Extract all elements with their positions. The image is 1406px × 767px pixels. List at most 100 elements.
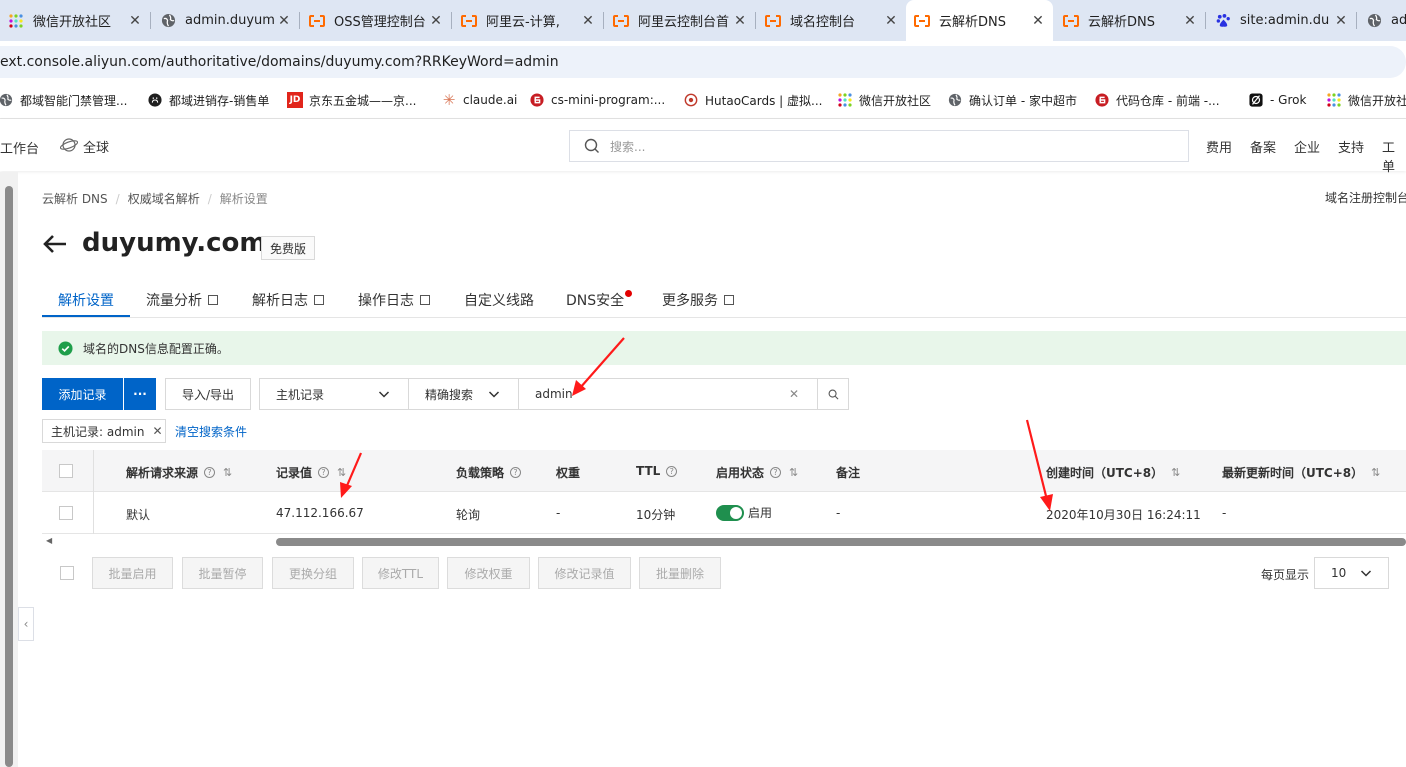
modify-weight-button[interactable]: 修改权重 (447, 557, 530, 589)
browser-tab-active[interactable]: 云解析DNS ✕ (906, 0, 1053, 41)
cell-record-value[interactable]: 47.112.166.67 (276, 506, 364, 520)
more-actions-button[interactable]: ··· (124, 378, 156, 410)
browser-tab[interactable]: ad (1358, 0, 1406, 41)
sort-icon[interactable]: ⇅ (1371, 466, 1380, 479)
close-icon[interactable]: ✕ (1183, 13, 1197, 29)
search-submit-button[interactable] (817, 378, 849, 410)
batch-enable-button[interactable]: 批量启用 (92, 557, 173, 589)
close-icon[interactable]: ✕ (128, 13, 142, 29)
add-record-button[interactable]: 添加记录 (42, 378, 123, 410)
tab-resolution-settings[interactable]: 解析设置 (58, 290, 114, 310)
target-icon (683, 92, 699, 108)
scrollbar-thumb[interactable] (276, 538, 1406, 546)
sort-icon[interactable]: ⇅ (1171, 466, 1180, 479)
bookmark-item[interactable]: ✳ claude.ai (441, 81, 518, 119)
search-mode-select[interactable]: 精确搜索 (408, 378, 519, 410)
modify-record-value-button[interactable]: 修改记录值 (538, 557, 631, 589)
horizontal-scrollbar[interactable]: ◀ (42, 536, 1406, 548)
bookmark-item[interactable]: - Grok (1248, 81, 1306, 119)
column-header-policy: 负载策略? (456, 464, 522, 481)
external-link-icon (314, 295, 324, 305)
breadcrumb-item[interactable]: 权威域名解析 (128, 192, 200, 206)
sidebar-collapse-button[interactable]: ‹ (18, 607, 34, 641)
help-icon[interactable]: ? (770, 467, 782, 478)
close-icon[interactable]: ✕ (1334, 13, 1348, 29)
tab-more-services[interactable]: 更多服务 (662, 290, 734, 310)
bookmark-item[interactable]: 都域进销存-销售单 (147, 81, 269, 119)
nav-link-enterprise[interactable]: 企业 (1294, 137, 1320, 156)
bookmark-item[interactable]: 微信开放社区 (837, 81, 931, 119)
nav-link-filing[interactable]: 备案 (1250, 137, 1276, 156)
sort-icon[interactable]: ⇅ (223, 466, 232, 479)
tab-traffic-analysis[interactable]: 流量分析 (146, 290, 218, 310)
back-arrow-icon[interactable] (42, 233, 68, 258)
bookmark-item[interactable]: HutaoCards | 虚拟... (683, 81, 822, 119)
modify-ttl-button[interactable]: 修改TTL (362, 557, 439, 589)
browser-tab[interactable]: 阿里云控制台首 ✕ (605, 0, 755, 41)
row-checkbox[interactable] (59, 506, 73, 520)
vertical-scrollbar[interactable] (0, 172, 18, 767)
browser-tab[interactable]: 阿里云-计算, ✕ (453, 0, 603, 41)
bookmark-item[interactable]: 都域智能门禁管理... (0, 81, 127, 119)
bookmark-item[interactable]: 确认订单 - 家中超市 (947, 81, 1077, 119)
breadcrumb-item[interactable]: 云解析 DNS (42, 192, 108, 206)
address-bar[interactable]: ext.console.aliyun.com/authoritative/dom… (0, 46, 1406, 78)
region-selector[interactable]: 全球 (59, 137, 109, 156)
sort-icon[interactable]: ⇅ (337, 466, 346, 479)
tab-operation-log[interactable]: 操作日志 (358, 290, 430, 310)
close-icon[interactable]: ✕ (581, 13, 595, 29)
record-search-input[interactable]: admin ✕ (518, 378, 818, 410)
bookmark-label: HutaoCards | 虚拟... (705, 93, 823, 108)
per-page-select[interactable]: 10 (1314, 557, 1389, 589)
global-search-input[interactable]: 搜索... (569, 130, 1189, 162)
import-export-button[interactable]: 导入/导出 (165, 378, 251, 410)
scrollbar-thumb[interactable] (5, 186, 13, 767)
browser-tab[interactable]: 云解析DNS ✕ (1055, 0, 1205, 41)
nav-link-fee[interactable]: 费用 (1206, 137, 1232, 156)
select-all-checkbox[interactable] (59, 464, 73, 478)
close-icon[interactable]: ✕ (884, 13, 898, 29)
clear-search-conditions-link[interactable]: 清空搜索条件 (175, 423, 247, 440)
help-icon[interactable]: ? (510, 467, 522, 478)
browser-tab[interactable]: OSS管理控制台 ✕ (301, 0, 451, 41)
browser-tab[interactable]: admin.duyum ✕ (152, 0, 299, 41)
bookmark-item[interactable]: 代码仓库 - 前端 -... (1094, 81, 1220, 119)
tab-custom-lines[interactable]: 自定义线路 (464, 290, 534, 310)
wechat-dots-icon (837, 92, 853, 108)
sort-icon[interactable]: ⇅ (789, 466, 798, 479)
close-icon[interactable]: ✕ (152, 424, 162, 438)
tab-label: 自定义线路 (464, 293, 534, 309)
domain-registration-console-link[interactable]: 域名注册控制台 (1325, 189, 1406, 206)
bookmark-item[interactable]: 微信开放社 (1326, 81, 1406, 119)
bookmark-item[interactable]: JD 京东五金城——京... (287, 81, 416, 119)
tab-separator (150, 12, 151, 29)
help-icon[interactable]: ? (204, 467, 216, 478)
browser-tab[interactable]: 域名控制台 ✕ (757, 0, 906, 41)
close-icon[interactable]: ✕ (1031, 13, 1045, 29)
help-icon[interactable]: ? (666, 465, 678, 477)
batch-pause-button[interactable]: 批量暂停 (182, 557, 263, 589)
scroll-left-arrow-icon[interactable]: ◀ (46, 536, 52, 545)
nav-link-support[interactable]: 支持 (1338, 137, 1364, 156)
change-group-button[interactable]: 更换分组 (272, 557, 354, 589)
tab-separator (451, 12, 452, 29)
nav-link-ticket[interactable]: 工单 (1382, 137, 1406, 175)
status-toggle[interactable] (716, 504, 744, 521)
clear-input-icon[interactable]: ✕ (789, 387, 799, 401)
close-icon[interactable]: ✕ (733, 13, 747, 29)
wechat-dots-icon (1326, 92, 1342, 108)
close-icon[interactable]: ✕ (277, 13, 291, 29)
close-icon[interactable]: ✕ (429, 13, 443, 29)
globe-icon (1366, 13, 1382, 29)
search-field-select[interactable]: 主机记录 (259, 378, 409, 410)
browser-tab[interactable]: 微信开放社区 ✕ (0, 0, 150, 41)
bookmark-item[interactable]: cs-mini-program:... (529, 81, 665, 119)
batch-delete-button[interactable]: 批量删除 (639, 557, 721, 589)
tab-dns-security[interactable]: DNS安全 (566, 289, 633, 310)
batch-select-checkbox[interactable] (60, 566, 74, 580)
browser-tab[interactable]: site:admin.du ✕ (1207, 0, 1356, 41)
help-icon[interactable]: ? (318, 467, 330, 478)
column-header-created: 创建时间（UTC+8） ⇅ (1046, 466, 1181, 480)
workbench-link[interactable]: 工作台 (0, 138, 39, 157)
tab-resolution-log[interactable]: 解析日志 (252, 290, 324, 310)
